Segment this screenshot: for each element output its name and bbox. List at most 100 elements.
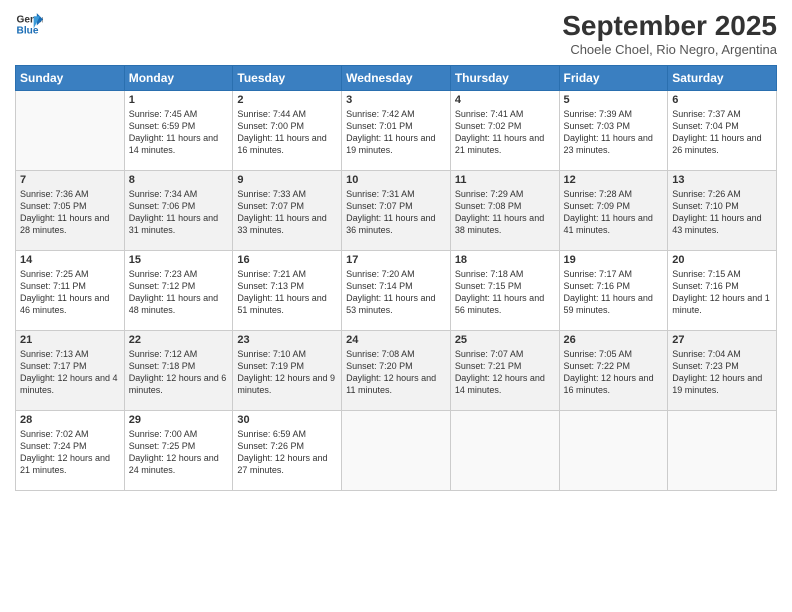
svg-text:Blue: Blue: [17, 25, 39, 36]
day-number: 8: [129, 174, 229, 186]
cell-details: Sunrise: 7:26 AM Sunset: 7:10 PM Dayligh…: [672, 188, 772, 237]
cell-details: Sunrise: 7:44 AM Sunset: 7:00 PM Dayligh…: [237, 108, 337, 157]
day-number: 11: [455, 174, 555, 186]
day-number: 4: [455, 94, 555, 106]
table-row: 23 Sunrise: 7:10 AM Sunset: 7:19 PM Dayli…: [233, 331, 342, 411]
day-number: 13: [672, 174, 772, 186]
table-row: 2 Sunrise: 7:44 AM Sunset: 7:00 PM Daylig…: [233, 91, 342, 171]
cell-details: Sunrise: 7:34 AM Sunset: 7:06 PM Dayligh…: [129, 188, 229, 237]
cell-details: Sunrise: 7:05 AM Sunset: 7:22 PM Dayligh…: [564, 348, 664, 397]
col-saturday: Saturday: [668, 66, 777, 91]
day-number: 29: [129, 414, 229, 426]
table-row: 12 Sunrise: 7:28 AM Sunset: 7:09 PM Dayli…: [559, 171, 668, 251]
day-number: 6: [672, 94, 772, 106]
table-row: 14Sunrise: 7:25 AM Sunset: 7:11 PM Dayli…: [16, 251, 125, 331]
table-row: 21 Sunrise: 7:13 AM Sunset: 7:17 PM Dayli…: [16, 331, 125, 411]
table-row: 16 Sunrise: 7:21 AM Sunset: 7:13 PM Dayli…: [233, 251, 342, 331]
day-number: 1: [129, 94, 229, 106]
day-number: 18: [455, 254, 555, 266]
day-number: 15: [129, 254, 229, 266]
cell-details: Sunrise: 7:04 AM Sunset: 7:23 PM Dayligh…: [672, 348, 772, 397]
table-row: [342, 411, 451, 491]
col-tuesday: Tuesday: [233, 66, 342, 91]
cell-details: Sunrise: 7:17 AM Sunset: 7:16 PM Dayligh…: [564, 268, 664, 317]
cell-details: Sunrise: 7:33 AM Sunset: 7:07 PM Dayligh…: [237, 188, 337, 237]
table-row: 1 Sunrise: 7:45 AM Sunset: 6:59 PM Daylig…: [124, 91, 233, 171]
page: General Blue September 2025 Choele Choel…: [0, 0, 792, 612]
header: General Blue September 2025 Choele Choel…: [15, 10, 777, 57]
day-number: 21: [20, 334, 120, 346]
table-row: 8 Sunrise: 7:34 AM Sunset: 7:06 PM Daylig…: [124, 171, 233, 251]
table-row: [16, 91, 125, 171]
col-monday: Monday: [124, 66, 233, 91]
table-row: 28 Sunrise: 7:02 AM Sunset: 7:24 PM Dayli…: [16, 411, 125, 491]
day-number: 25: [455, 334, 555, 346]
day-number: 30: [237, 414, 337, 426]
logo: General Blue: [15, 10, 43, 38]
calendar-week-row: 21 Sunrise: 7:13 AM Sunset: 7:17 PM Dayli…: [16, 331, 777, 411]
cell-details: Sunrise: 7:13 AM Sunset: 7:17 PM Dayligh…: [20, 348, 120, 397]
day-number: 14: [20, 254, 120, 266]
table-row: 9 Sunrise: 7:33 AM Sunset: 7:07 PM Daylig…: [233, 171, 342, 251]
table-row: 15 Sunrise: 7:23 AM Sunset: 7:12 PM Dayli…: [124, 251, 233, 331]
col-wednesday: Wednesday: [342, 66, 451, 91]
cell-details: Sunrise: 7:02 AM Sunset: 7:24 PM Dayligh…: [20, 428, 120, 477]
cell-details: Sunrise: 7:15 AM Sunset: 7:16 PM Dayligh…: [672, 268, 772, 317]
table-row: 22 Sunrise: 7:12 AM Sunset: 7:18 PM Dayli…: [124, 331, 233, 411]
day-number: 3: [346, 94, 446, 106]
day-number: 5: [564, 94, 664, 106]
cell-details: Sunrise: 7:36 AM Sunset: 7:05 PM Dayligh…: [20, 188, 120, 237]
day-number: 24: [346, 334, 446, 346]
cell-details: Sunrise: 7:31 AM Sunset: 7:07 PM Dayligh…: [346, 188, 446, 237]
table-row: 6 Sunrise: 7:37 AM Sunset: 7:04 PM Daylig…: [668, 91, 777, 171]
table-row: 30Sunrise: 6:59 AM Sunset: 7:26 PM Dayli…: [233, 411, 342, 491]
table-row: 13 Sunrise: 7:26 AM Sunset: 7:10 PM Dayli…: [668, 171, 777, 251]
cell-details: Sunrise: 7:45 AM Sunset: 6:59 PM Dayligh…: [129, 108, 229, 157]
calendar-week-row: 7 Sunrise: 7:36 AM Sunset: 7:05 PM Daylig…: [16, 171, 777, 251]
cell-details: Sunrise: 7:20 AM Sunset: 7:14 PM Dayligh…: [346, 268, 446, 317]
day-number: 16: [237, 254, 337, 266]
calendar-week-row: 1 Sunrise: 7:45 AM Sunset: 6:59 PM Daylig…: [16, 91, 777, 171]
cell-details: Sunrise: 7:18 AM Sunset: 7:15 PM Dayligh…: [455, 268, 555, 317]
cell-details: Sunrise: 7:23 AM Sunset: 7:12 PM Dayligh…: [129, 268, 229, 317]
cell-details: Sunrise: 7:10 AM Sunset: 7:19 PM Dayligh…: [237, 348, 337, 397]
day-number: 7: [20, 174, 120, 186]
cell-details: Sunrise: 7:12 AM Sunset: 7:18 PM Dayligh…: [129, 348, 229, 397]
col-sunday: Sunday: [16, 66, 125, 91]
day-number: 27: [672, 334, 772, 346]
table-row: [668, 411, 777, 491]
table-row: 10 Sunrise: 7:31 AM Sunset: 7:07 PM Dayli…: [342, 171, 451, 251]
col-friday: Friday: [559, 66, 668, 91]
cell-details: Sunrise: 7:21 AM Sunset: 7:13 PM Dayligh…: [237, 268, 337, 317]
table-row: 11 Sunrise: 7:29 AM Sunset: 7:08 PM Dayli…: [450, 171, 559, 251]
table-row: 4Sunrise: 7:41 AM Sunset: 7:02 PM Daylig…: [450, 91, 559, 171]
table-row: 19 Sunrise: 7:17 AM Sunset: 7:16 PM Dayli…: [559, 251, 668, 331]
cell-details: Sunrise: 7:00 AM Sunset: 7:25 PM Dayligh…: [129, 428, 229, 477]
cell-details: Sunrise: 7:28 AM Sunset: 7:09 PM Dayligh…: [564, 188, 664, 237]
table-row: 29 Sunrise: 7:00 AM Sunset: 7:25 PM Dayli…: [124, 411, 233, 491]
calendar-header-row: Sunday Monday Tuesday Wednesday Thursday…: [16, 66, 777, 91]
table-row: 3Sunrise: 7:42 AM Sunset: 7:01 PM Daylig…: [342, 91, 451, 171]
day-number: 17: [346, 254, 446, 266]
day-number: 10: [346, 174, 446, 186]
logo-icon: General Blue: [15, 10, 43, 38]
day-number: 26: [564, 334, 664, 346]
cell-details: Sunrise: 7:29 AM Sunset: 7:08 PM Dayligh…: [455, 188, 555, 237]
month-title: September 2025: [562, 10, 777, 42]
table-row: [450, 411, 559, 491]
table-row: 18 Sunrise: 7:18 AM Sunset: 7:15 PM Dayli…: [450, 251, 559, 331]
day-number: 22: [129, 334, 229, 346]
title-block: September 2025 Choele Choel, Rio Negro, …: [562, 10, 777, 57]
day-number: 9: [237, 174, 337, 186]
location-title: Choele Choel, Rio Negro, Argentina: [562, 42, 777, 57]
day-number: 19: [564, 254, 664, 266]
day-number: 12: [564, 174, 664, 186]
table-row: [559, 411, 668, 491]
cell-details: Sunrise: 7:37 AM Sunset: 7:04 PM Dayligh…: [672, 108, 772, 157]
day-number: 23: [237, 334, 337, 346]
day-number: 28: [20, 414, 120, 426]
calendar-table: Sunday Monday Tuesday Wednesday Thursday…: [15, 65, 777, 491]
table-row: 25Sunrise: 7:07 AM Sunset: 7:21 PM Dayli…: [450, 331, 559, 411]
table-row: 26 Sunrise: 7:05 AM Sunset: 7:22 PM Dayli…: [559, 331, 668, 411]
day-number: 2: [237, 94, 337, 106]
